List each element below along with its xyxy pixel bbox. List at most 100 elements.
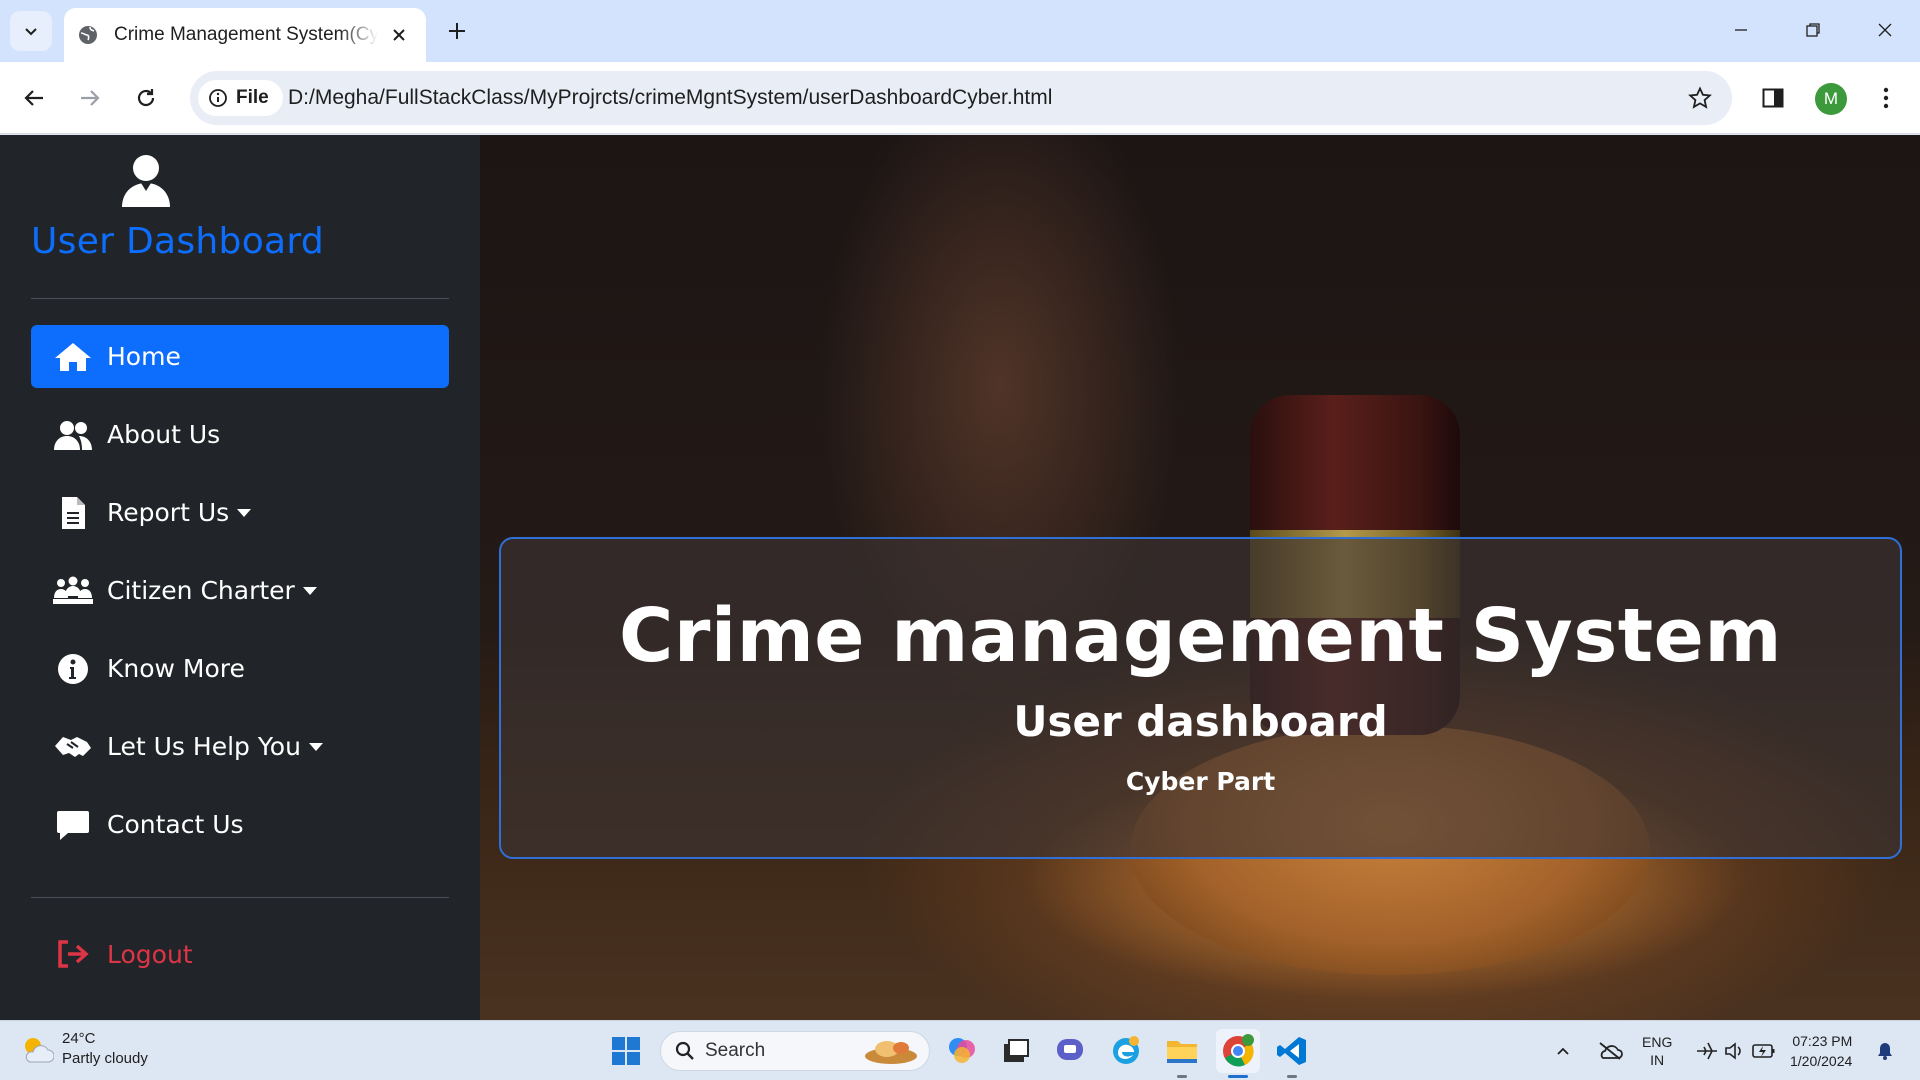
sidebar-item-about-us[interactable]: About Us [31, 403, 449, 466]
taskbar-task-view[interactable] [994, 1029, 1038, 1073]
sidebar-divider [31, 897, 449, 898]
star-icon [1688, 86, 1712, 109]
message-icon [53, 805, 93, 845]
clock-date: 1/20/2024 [1790, 1053, 1853, 1069]
weather-temperature: 24°C [62, 1030, 96, 1047]
show-hidden-icons-button[interactable] [1548, 1029, 1578, 1073]
site-info-chip[interactable]: File [198, 80, 283, 116]
bookmark-button[interactable] [1682, 80, 1718, 116]
taskbar-file-explorer[interactable] [1160, 1029, 1204, 1078]
close-tab-icon[interactable] [386, 22, 412, 48]
globe-icon [76, 23, 100, 47]
sidebar-item-label: Let Us Help You [107, 732, 301, 761]
info-circle-icon [209, 89, 227, 107]
search-icon [675, 1041, 694, 1060]
address-bar[interactable]: File D:/Megha/FullStackClass/MyProjrcts/… [190, 71, 1732, 125]
airplane-icon [1697, 1042, 1717, 1060]
user-icon [122, 155, 170, 207]
browser-menu-button[interactable] [1866, 78, 1906, 118]
clock[interactable]: 07:23 PM 1/20/2024 [1790, 1031, 1852, 1071]
people-group-icon [53, 571, 93, 611]
taskbar-teams[interactable] [1048, 1029, 1092, 1073]
taskbar-edge[interactable] [1104, 1029, 1148, 1073]
restore-icon [1806, 23, 1820, 37]
hero-card: Crime management System User dashboard C… [499, 537, 1902, 859]
chevron-up-icon [1557, 1047, 1569, 1055]
taskbar: 24°C Partly cloudy Search ENG IN 07:23 P… [0, 1020, 1920, 1080]
clock-time: 07:23 PM [1792, 1033, 1853, 1049]
arrow-right-icon [81, 90, 100, 106]
language-indicator[interactable]: ENG IN [1642, 1033, 1672, 1069]
sign-out-icon [53, 934, 93, 974]
running-indicator [1287, 1075, 1297, 1078]
edge-icon [1113, 1036, 1139, 1064]
info-icon [53, 649, 93, 689]
volume-icon [1725, 1042, 1741, 1060]
forward-button[interactable] [70, 78, 110, 118]
windows-icon [612, 1037, 640, 1065]
browser-tab[interactable]: Crime Management System(Cyber) [64, 8, 426, 62]
search-label: Search [705, 1040, 766, 1061]
sidebar-item-citizen-charter[interactable]: Citizen Charter [31, 559, 449, 622]
profile-avatar[interactable]: M [1815, 83, 1847, 115]
weather-condition: Partly cloudy [62, 1050, 148, 1067]
site-chip-label: File [236, 87, 269, 108]
hero-tagline: Cyber Part [1125, 767, 1276, 796]
active-indicator [1228, 1075, 1248, 1078]
reload-button[interactable] [126, 78, 166, 118]
sidebar-item-label: Home [107, 342, 181, 371]
hero-title: Crime management System [619, 593, 1782, 679]
page-viewport: User Dashboard Home About Us Report Us C… [0, 135, 1920, 1020]
dashboard-title: User Dashboard [31, 221, 325, 262]
bell-icon [1878, 1043, 1892, 1060]
caret-down-icon [302, 586, 317, 595]
running-indicator [1177, 1075, 1187, 1078]
taskbar-copilot[interactable] [940, 1029, 984, 1073]
sidebar-item-know-more[interactable]: Know More [31, 637, 449, 700]
copilot-icon [949, 1038, 975, 1063]
reload-icon [137, 89, 155, 107]
folder-icon [1167, 1041, 1197, 1063]
handshake-icon [53, 727, 93, 767]
logout-link[interactable]: Logout [31, 929, 193, 979]
sidebar-item-report-us[interactable]: Report Us [31, 481, 449, 544]
tab-title: Crime Management System(Cyber) [114, 24, 378, 45]
tab-search-button[interactable] [10, 11, 52, 51]
back-button[interactable] [14, 78, 54, 118]
url-text[interactable]: D:/Megha/FullStackClass/MyProjrcts/crime… [288, 86, 1052, 110]
close-icon [1878, 23, 1892, 37]
sidebar-item-contact-us[interactable]: Contact Us [31, 793, 449, 856]
sidebar-item-label: About Us [107, 420, 221, 449]
chevron-down-icon [25, 28, 37, 36]
sidebar-divider [31, 298, 449, 299]
notifications-button[interactable] [1870, 1029, 1900, 1073]
side-panel-button[interactable] [1753, 78, 1793, 118]
plus-icon [449, 23, 465, 39]
taskbar-vscode[interactable] [1270, 1029, 1314, 1078]
sidebar: User Dashboard Home About Us Report Us C… [0, 135, 480, 1020]
taskbar-search[interactable]: Search [660, 1031, 930, 1071]
close-window-button[interactable] [1862, 10, 1908, 50]
region-code: IN [1650, 1052, 1665, 1068]
start-button[interactable] [604, 1029, 648, 1073]
caret-down-icon [237, 508, 252, 517]
new-tab-button[interactable] [440, 14, 474, 48]
weather-widget[interactable]: 24°C Partly cloudy [20, 1029, 148, 1069]
sidebar-item-home[interactable]: Home [31, 325, 449, 388]
quick-settings-button[interactable] [1690, 1029, 1782, 1073]
side-panel-icon [1762, 88, 1784, 108]
browser-toolbar: File D:/Megha/FullStackClass/MyProjrcts/… [0, 62, 1920, 134]
minimize-button[interactable] [1718, 10, 1764, 50]
restore-button[interactable] [1790, 10, 1836, 50]
file-icon [53, 493, 93, 533]
onedrive-tray-icon[interactable] [1590, 1029, 1630, 1073]
search-highlight-icon [865, 1041, 917, 1064]
sidebar-item-label: Report Us [107, 498, 230, 527]
hero-subtitle: User dashboard [1013, 697, 1388, 746]
chat-icon [1057, 1039, 1083, 1060]
minimize-icon [1735, 29, 1747, 31]
sidebar-item-label: Citizen Charter [107, 576, 295, 605]
taskbar-chrome[interactable] [1216, 1029, 1260, 1078]
sidebar-item-let-us-help-you[interactable]: Let Us Help You [31, 715, 449, 778]
task-view-icon [1004, 1039, 1029, 1062]
